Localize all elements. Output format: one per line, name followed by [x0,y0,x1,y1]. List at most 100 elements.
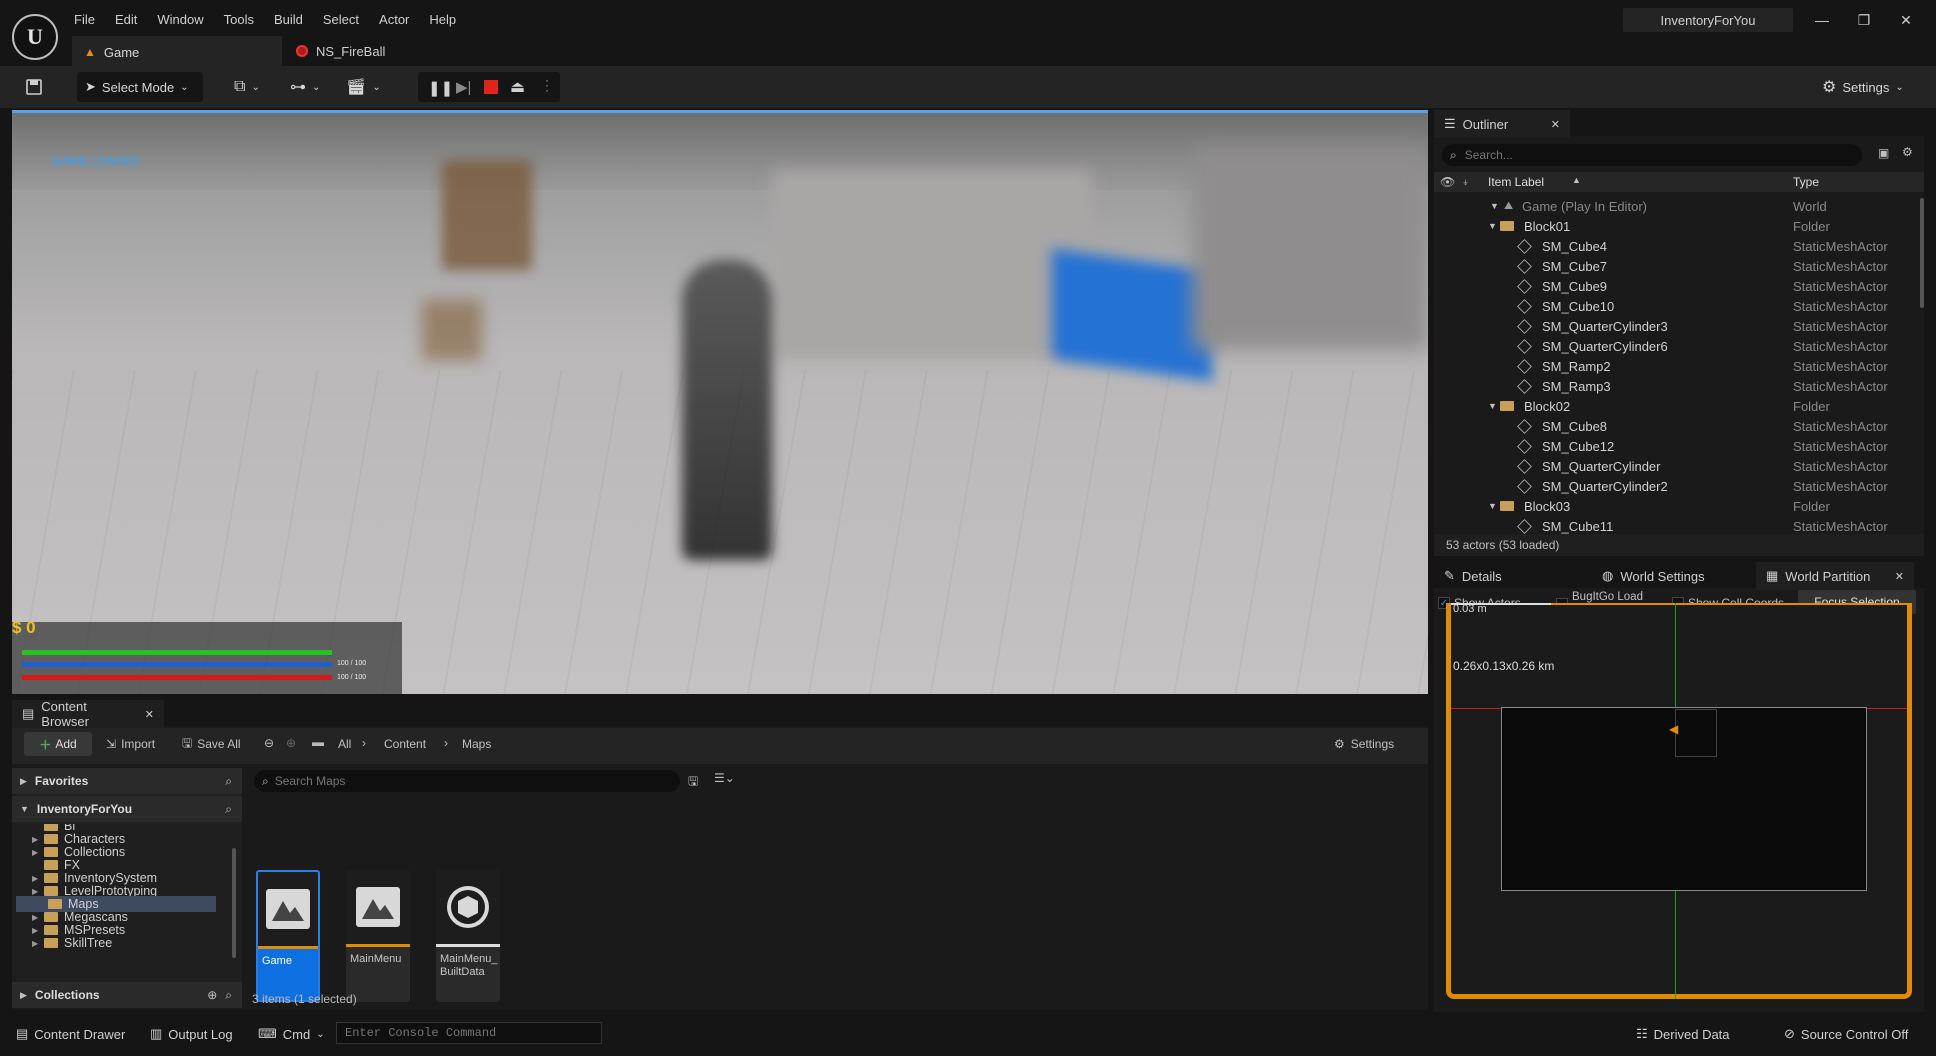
expand-icon[interactable]: ▶ [32,926,44,935]
expand-icon[interactable]: ▶ [32,874,44,883]
close-icon[interactable]: ✕ [145,708,154,721]
stop-icon[interactable] [484,80,498,94]
output-log-button[interactable]: ▥ Output Log [150,1022,233,1046]
console-input[interactable] [336,1022,602,1044]
tree-row[interactable]: SM_QuarterCylinder2 StaticMeshActor [1434,476,1924,496]
pin-icon[interactable]: ⍖ [1462,175,1469,190]
tree-scrollbar[interactable] [232,848,236,958]
save-search-icon[interactable]: 🖫︎ [688,772,698,793]
menu-help[interactable]: Help [419,10,466,30]
tree-row[interactable]: SM_Cube12 StaticMeshActor [1434,436,1924,456]
cb-settings-button[interactable]: ⚙ Settings [1334,732,1394,756]
menu-tools[interactable]: Tools [214,10,264,30]
tab-content-browser[interactable]: ▤ Content Browser ✕ [12,699,164,729]
menu-edit[interactable]: Edit [105,10,147,30]
expand-icon[interactable]: ▶ [32,835,44,844]
restore-icon[interactable]: ❐ [1844,8,1884,32]
save-icon[interactable] [22,72,46,102]
breadcrumb-maps[interactable]: Maps [462,737,491,751]
search-icon[interactable]: ⌕ [225,774,232,789]
settings-button[interactable]: ⚙ Settings ⌄ [1822,72,1904,102]
breadcrumb-all[interactable]: All [338,737,351,751]
source-control-button[interactable]: ⊘ Source Control Off [1784,1022,1908,1046]
outliner-search-input[interactable] [1464,148,1835,162]
folder-tree-item[interactable]: ▶ SkillTree [12,935,190,951]
breadcrumb-content[interactable]: Content [384,737,426,751]
step-icon[interactable]: ▶| [456,78,471,96]
tree-row[interactable]: SM_QuarterCylinder6 StaticMeshActor [1434,336,1924,356]
expand-icon[interactable]: ▶ [32,848,44,857]
back-icon[interactable]: ⊖ [264,736,274,750]
tab-details[interactable]: ✎ Details [1434,562,1584,590]
tab-world-partition[interactable]: ▦ World Partition ✕ [1756,562,1914,590]
minimize-icon[interactable]: — [1802,8,1842,32]
expand-icon[interactable]: ▶ [32,913,44,922]
cinematics-button[interactable]: 🎬︎ ⌄ [346,72,381,102]
menu-actor[interactable]: Actor [369,10,419,30]
col-type[interactable]: Type [1793,175,1819,189]
tree-row[interactable]: SM_Cube8 StaticMeshActor [1434,416,1924,436]
tree-row-root[interactable]: ▼ ⛰ Game (Play In Editor) World [1434,196,1924,216]
close-icon[interactable]: ✕ [1895,570,1904,583]
tree-row[interactable]: SM_Cube4 StaticMeshActor [1434,236,1924,256]
collapse-icon[interactable]: ▼ [1488,221,1497,231]
asset-search-input[interactable] [274,774,655,788]
favorites-header[interactable]: ▶ Favorites ⌕ [12,768,242,794]
tree-folder-row[interactable]: ▼ Block02 Folder [1434,396,1924,416]
derived-data-button[interactable]: ☷ Derived Data [1636,1022,1730,1046]
filter-icon[interactable]: ☰⌄ [714,771,735,785]
tree-row[interactable]: SM_QuarterCylinder StaticMeshActor [1434,456,1924,476]
outliner-search[interactable]: ⌕ [1442,144,1862,166]
menu-build[interactable]: Build [264,10,313,30]
tree-row[interactable]: SM_Cube11 StaticMeshActor [1434,516,1924,536]
menu-select[interactable]: Select [313,10,369,30]
tree-folder-row[interactable]: ▼ Block03 Folder [1434,496,1924,516]
import-button[interactable]: ⇲ Import [106,732,155,756]
expand-icon[interactable]: ▶ [32,939,44,948]
select-mode-dropdown[interactable]: ➤ Select Mode ⌄ [77,72,203,102]
blueprint-button[interactable]: ⊶ ⌄ [290,72,320,102]
tab-game[interactable]: ▲ Game [72,36,282,66]
collapse-icon[interactable]: ▼ [1488,501,1497,511]
tab-world-settings[interactable]: ◍ World Settings [1592,562,1752,590]
collections-header[interactable]: ▶ Collections ⊕ ⌕ [12,982,242,1008]
tree-folder-row[interactable]: ▼ Block01 Folder [1434,216,1924,236]
save-all-button[interactable]: 🖫︎ Save All [182,732,241,756]
add-folder-icon[interactable]: ▣ [1878,146,1889,160]
col-item-label[interactable]: Item Label [1488,175,1544,189]
search-icon[interactable]: ⌕ [225,802,232,817]
tree-row[interactable]: SM_Cube9 StaticMeshActor [1434,276,1924,296]
game-viewport[interactable]: GAME LOADED $ 0 100 / 100 100 / 100 [12,110,1428,694]
add-actor-button[interactable]: ⧉ ⌄ [234,72,260,102]
tree-row[interactable]: SM_QuarterCylinder3 StaticMeshActor [1434,316,1924,336]
pause-icon[interactable]: ❚❚ [428,79,453,97]
outliner-scrollbar[interactable] [1920,198,1924,308]
tree-row[interactable]: SM_Cube10 StaticMeshActor [1434,296,1924,316]
close-icon[interactable]: ✕ [1551,118,1560,131]
tree-row[interactable]: SM_Ramp3 StaticMeshActor [1434,376,1924,396]
project-header[interactable]: ▼ InventoryForYou ⌕ [12,796,242,822]
cmd-dropdown[interactable]: ⌨ Cmd ⌄ [258,1022,325,1046]
tree-row[interactable]: SM_Ramp2 StaticMeshActor [1434,356,1924,376]
search-icon[interactable]: ⌕ [225,988,232,1003]
menu-window[interactable]: Window [147,10,213,30]
collapse-icon[interactable]: ▼ [1488,401,1497,411]
content-drawer-button[interactable]: ▤ Content Drawer [16,1022,125,1046]
asset-tile-game[interactable]: Game [256,870,320,1002]
add-collection-icon[interactable]: ⊕ [207,988,217,1002]
world-partition-map[interactable]: 0.03 m 0.26x0.13x0.26 km ◀ [1446,603,1912,999]
eject-icon[interactable]: ⏏ [510,77,525,97]
asset-search[interactable]: ⌕ [254,770,680,792]
unreal-logo-icon[interactable]: U [12,14,58,60]
asset-tile-builtdata[interactable]: MainMenu_ BuiltData [436,870,500,1002]
more-options-icon[interactable]: ⋮ [540,77,554,94]
forward-icon[interactable]: ⊕ [286,736,296,750]
menu-file[interactable]: File [64,10,105,30]
expand-icon[interactable]: ▶ [32,887,44,896]
tab-ns-fireball[interactable]: NS_FireBall [284,36,464,66]
close-window-icon[interactable]: ✕ [1886,8,1926,32]
gear-icon[interactable]: ⚙ [1902,145,1913,159]
add-button[interactable]: ＋ Add [24,732,92,756]
asset-tile-mainmenu[interactable]: MainMenu [346,870,410,1002]
tree-row[interactable]: SM_Cube7 StaticMeshActor [1434,256,1924,276]
